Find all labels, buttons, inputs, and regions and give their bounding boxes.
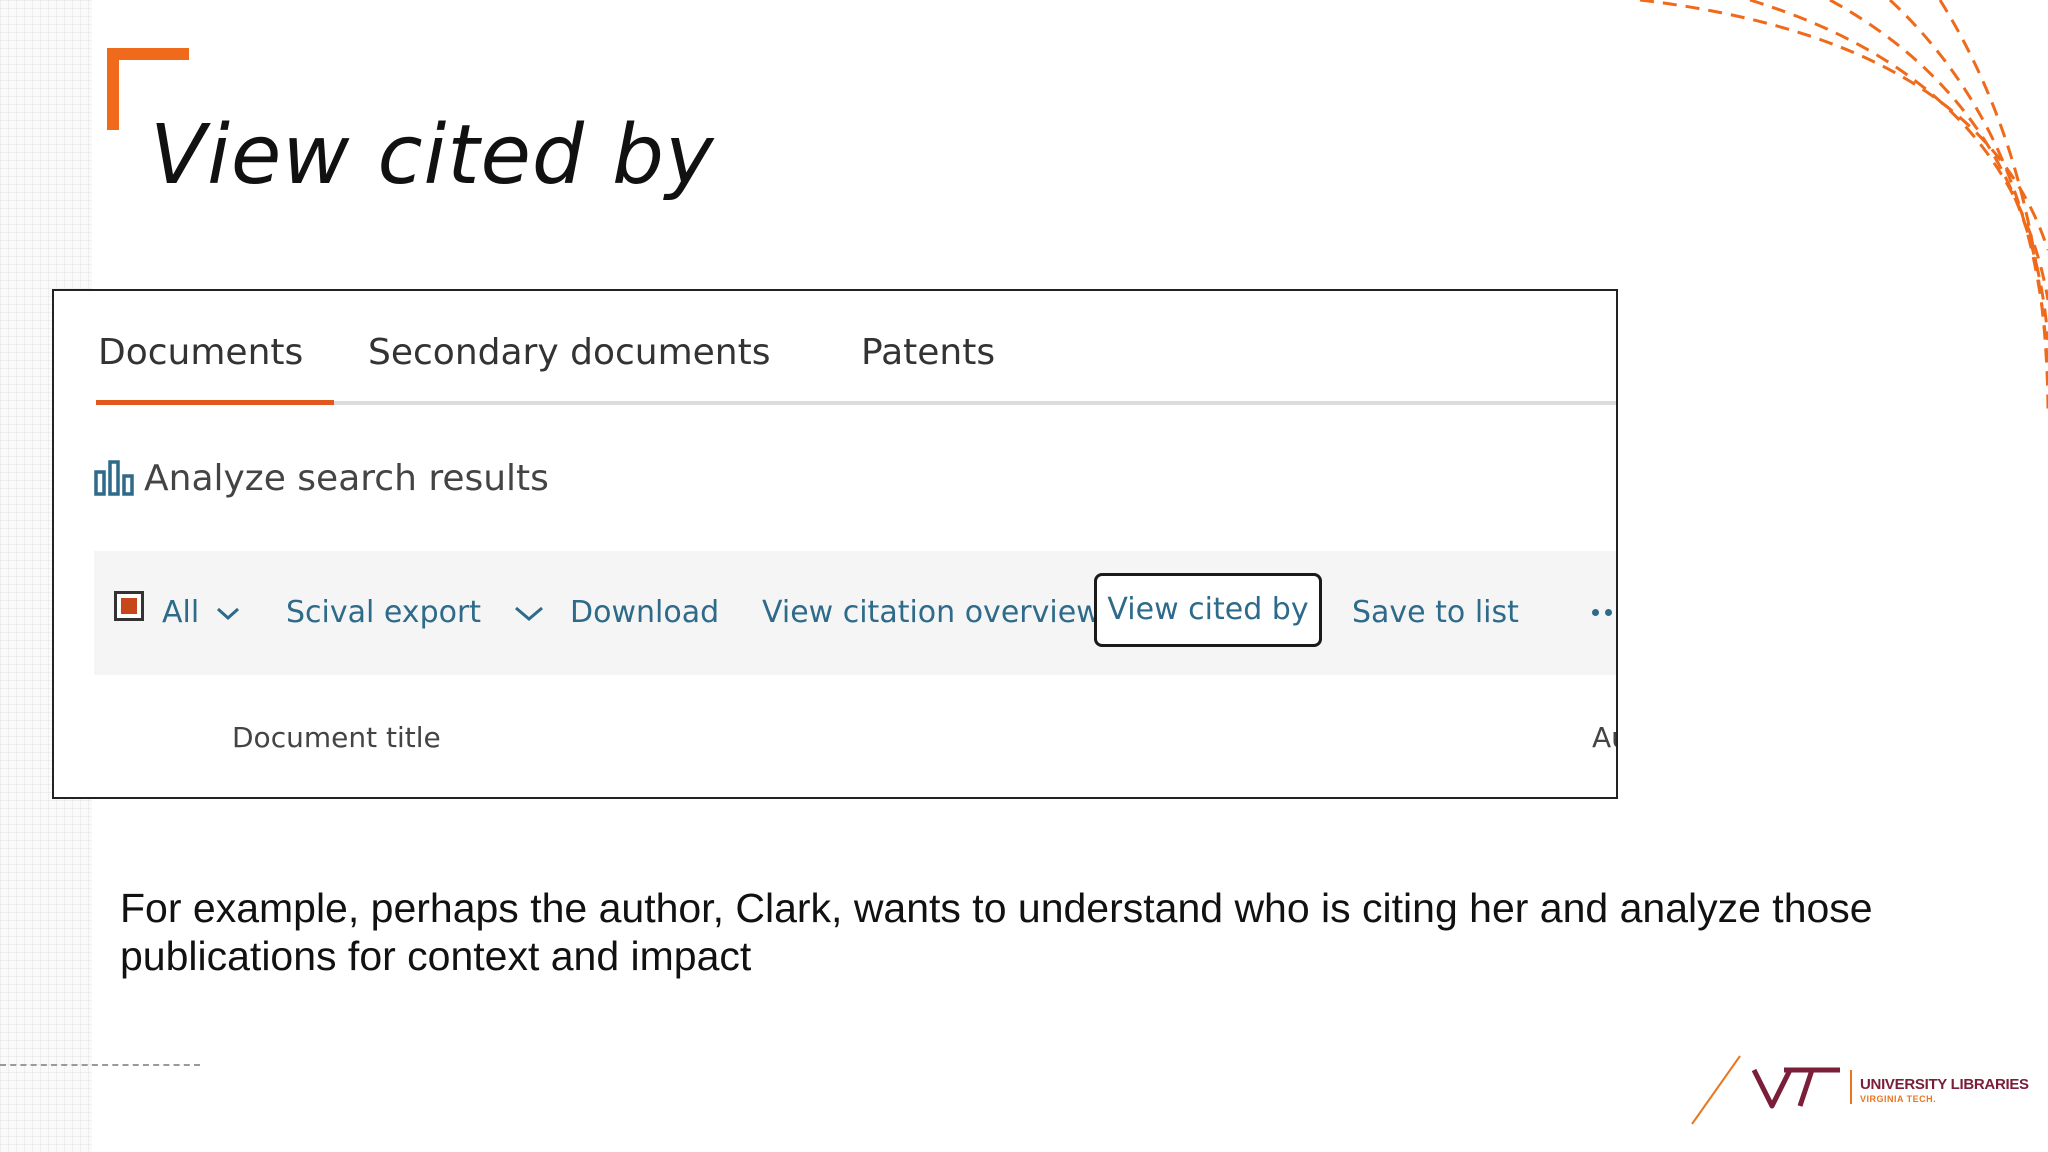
slide-title: View cited by	[150, 108, 715, 203]
download-label: Download	[570, 595, 720, 630]
select-all-dropdown[interactable]: All	[162, 551, 241, 675]
select-all-label: All	[162, 595, 200, 630]
slide-body-text: For example, perhaps the author, Clark, …	[120, 885, 1873, 979]
results-tabs: Documents Secondary documents Patents	[96, 331, 1616, 405]
bar-chart-icon	[94, 460, 134, 496]
tab-secondary-documents[interactable]: Secondary documents	[368, 331, 771, 401]
logo-slash-icon	[1691, 1055, 1741, 1125]
logo-separator	[1850, 1070, 1852, 1104]
chevron-down-icon	[216, 607, 239, 620]
analyze-search-results-label: Analyze search results	[144, 457, 549, 499]
view-citation-overview-button[interactable]: View citation overview	[762, 551, 1101, 675]
view-citation-overview-label: View citation overview	[762, 595, 1101, 630]
scival-export-dropdown[interactable]: Scival export	[286, 551, 545, 675]
view-cited-by-button[interactable]: View cited by	[1094, 573, 1322, 647]
more-options-icon[interactable]	[1592, 609, 1616, 616]
tab-patents[interactable]: Patents	[861, 331, 995, 401]
save-to-list-label: Save to list	[1352, 595, 1519, 630]
column-header-truncated[interactable]: Au	[1592, 721, 1616, 754]
logo-name: UNIVERSITY LIBRARIES	[1860, 1076, 2029, 1093]
tab-secondary-documents-label: Secondary documents	[368, 332, 771, 373]
logo-subtitle: VIRGINIA TECH.	[1860, 1094, 1937, 1104]
chevron-down-icon	[514, 606, 543, 621]
download-button[interactable]: Download	[570, 551, 719, 675]
vt-libraries-logo: UNIVERSITY LIBRARIES VIRGINIA TECH.	[1690, 1052, 2029, 1126]
analyze-search-results-link[interactable]: Analyze search results	[94, 453, 549, 503]
scopus-screenshot: Documents Secondary documents Patents An…	[52, 289, 1618, 799]
vt-logo-icon	[1751, 1067, 1840, 1109]
column-header-document-title[interactable]: Document title	[232, 721, 441, 754]
save-to-list-button[interactable]: Save to list	[1352, 551, 1519, 675]
tab-documents[interactable]: Documents	[98, 331, 303, 401]
view-cited-by-label: View cited by	[1107, 592, 1309, 627]
tab-patents-label: Patents	[861, 332, 996, 373]
checkbox-fill	[121, 598, 137, 614]
scival-export-label: Scival export	[286, 595, 482, 630]
decorative-dashed-line	[0, 1064, 200, 1066]
tab-documents-label: Documents	[98, 332, 304, 373]
results-toolbar: All Scival export Download View citation…	[94, 551, 1616, 675]
select-all-checkbox[interactable]	[114, 591, 144, 621]
slide: View cited by Documents Secondary docume…	[0, 0, 2048, 1152]
active-tab-underline	[96, 400, 334, 405]
